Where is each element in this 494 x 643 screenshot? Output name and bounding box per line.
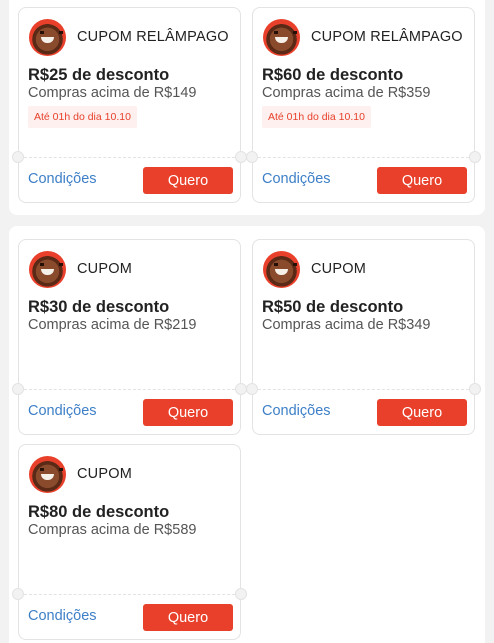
coupon-discount: R$25 de desconto (28, 66, 170, 84)
claim-coupon-button[interactable]: Quero (143, 167, 233, 194)
card-notch (12, 383, 24, 395)
dashed-divider (253, 157, 474, 158)
coupon-header: CUPOM (29, 250, 132, 288)
card-notch (12, 588, 24, 600)
coupon-minimum: Compras acima de R$149 (28, 85, 197, 101)
coupon-kind: CUPOM (77, 261, 132, 277)
card-notch (469, 383, 481, 395)
dashed-divider (19, 389, 240, 390)
claim-coupon-button[interactable]: Quero (377, 167, 467, 194)
mascot-avatar-icon (263, 18, 300, 56)
conditions-link[interactable]: Condições (28, 403, 97, 419)
coupon-kind: CUPOM (77, 466, 132, 482)
coupon-discount: R$80 de desconto (28, 503, 170, 521)
dashed-divider (19, 594, 240, 595)
card-notch (469, 151, 481, 163)
conditions-link[interactable]: Condições (28, 608, 97, 624)
flash-coupons-section: CUPOM RELÂMPAGO R$25 de desconto Compras… (9, 0, 485, 215)
coupon-header: CUPOM (263, 250, 366, 288)
coupon-header: CUPOM (29, 455, 132, 493)
coupon-minimum: Compras acima de R$359 (262, 85, 431, 101)
mascot-avatar-icon (29, 250, 66, 288)
claim-coupon-button[interactable]: Quero (143, 399, 233, 426)
coupon-minimum: Compras acima de R$589 (28, 522, 197, 538)
coupon-discount: R$30 de desconto (28, 298, 170, 316)
coupon-expiry-badge: Até 01h do dia 10.10 (28, 106, 137, 128)
mascot-avatar-icon (29, 455, 66, 493)
coupon-minimum: Compras acima de R$349 (262, 317, 431, 333)
coupon-card: CUPOM R$30 de desconto Compras acima de … (12, 239, 247, 435)
coupon-header: CUPOM RELÂMPAGO (263, 18, 463, 56)
coupon-header: CUPOM RELÂMPAGO (29, 18, 229, 56)
coupon-kind: CUPOM RELÂMPAGO (77, 29, 229, 45)
coupon-kind: CUPOM RELÂMPAGO (311, 29, 463, 45)
dashed-divider (19, 157, 240, 158)
coupon-discount: R$50 de desconto (262, 298, 404, 316)
conditions-link[interactable]: Condições (262, 171, 331, 187)
claim-coupon-button[interactable]: Quero (143, 604, 233, 631)
coupon-discount: R$60 de desconto (262, 66, 404, 84)
regular-coupons-section: CUPOM R$30 de desconto Compras acima de … (9, 226, 485, 643)
conditions-link[interactable]: Condições (262, 403, 331, 419)
coupon-card: CUPOM RELÂMPAGO R$25 de desconto Compras… (12, 7, 247, 203)
card-notch (246, 383, 258, 395)
dashed-divider (253, 389, 474, 390)
coupon-card: CUPOM R$50 de desconto Compras acima de … (246, 239, 481, 435)
card-notch (12, 151, 24, 163)
card-notch (235, 588, 247, 600)
coupon-minimum: Compras acima de R$219 (28, 317, 197, 333)
coupon-card: CUPOM R$80 de desconto Compras acima de … (12, 444, 247, 640)
coupon-kind: CUPOM (311, 261, 366, 277)
mascot-avatar-icon (263, 250, 300, 288)
mascot-avatar-icon (29, 18, 66, 56)
coupon-card: CUPOM RELÂMPAGO R$60 de desconto Compras… (246, 7, 481, 203)
claim-coupon-button[interactable]: Quero (377, 399, 467, 426)
card-notch (246, 151, 258, 163)
coupon-expiry-badge: Até 01h do dia 10.10 (262, 106, 371, 128)
conditions-link[interactable]: Condições (28, 171, 97, 187)
